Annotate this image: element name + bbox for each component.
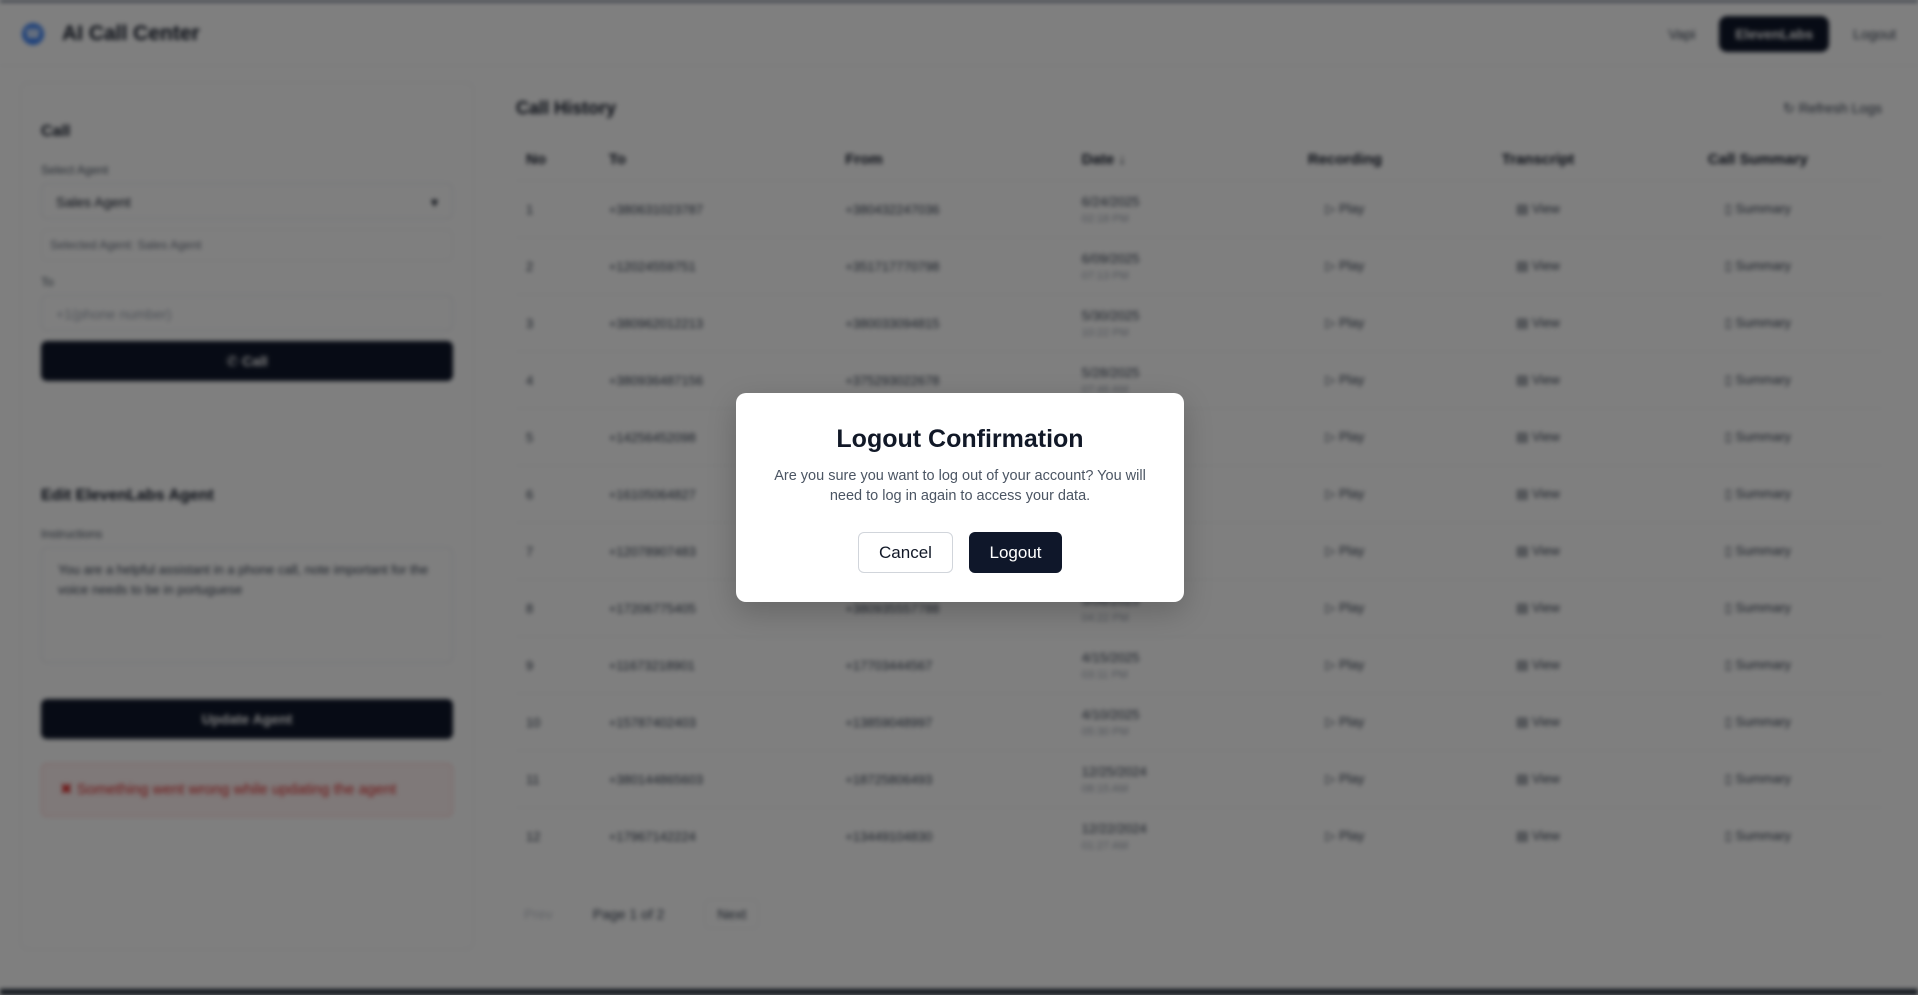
logout-button[interactable]: Logout bbox=[969, 532, 1062, 573]
cancel-button[interactable]: Cancel bbox=[858, 532, 953, 573]
logout-confirmation-dialog: Logout Confirmation Are you sure you wan… bbox=[736, 393, 1184, 602]
dialog-title: Logout Confirmation bbox=[836, 425, 1084, 453]
dialog-message: Are you sure you want to log out of your… bbox=[774, 468, 1146, 504]
dialog-actions: Cancel Logout bbox=[736, 532, 1184, 573]
